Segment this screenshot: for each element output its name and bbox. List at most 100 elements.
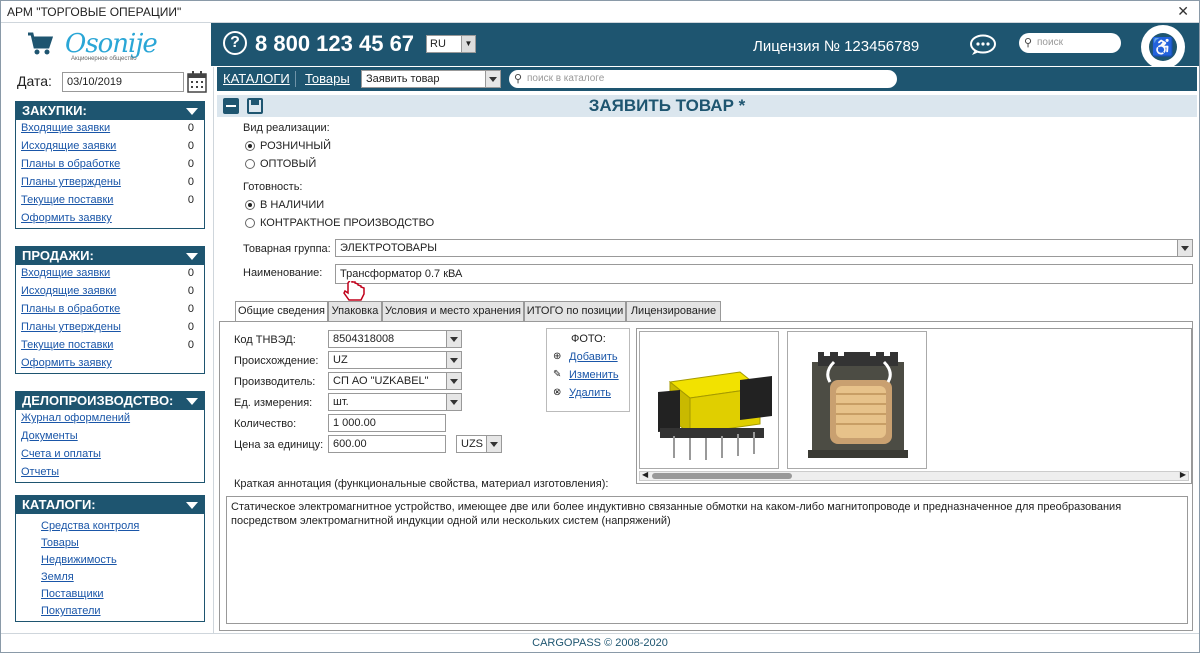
maker-select[interactable]: СП АО "UZKABEL" [328,372,462,390]
sales-header[interactable]: ПРОДАЖИ: [16,247,204,265]
brand-logo: Osonije [65,29,158,59]
purchases-plans-approved-link[interactable]: Планы утверждены [21,176,121,188]
currency-select[interactable]: UZS [456,435,502,453]
sales-outgoing-link[interactable]: Исходящие заявки [21,285,116,297]
scroll-thumb[interactable] [652,473,792,479]
list-item: Счета и оплаты [16,446,204,464]
global-search-input[interactable]: ⚲ поиск [1019,33,1121,53]
tab-storage[interactable]: Условия и место хранения [382,301,524,321]
radio-retail[interactable] [245,141,255,151]
catalog-land-link[interactable]: Земля [41,571,74,583]
annotation-label: Краткая аннотация (функциональные свойст… [234,478,609,490]
scroll-left-icon[interactable]: ◀ [642,470,648,479]
records-invoices-link[interactable]: Счета и оплаты [21,448,101,460]
list-item: Земля [16,569,204,586]
catalog-buyers-link[interactable]: Покупатели [41,605,101,617]
help-icon[interactable]: ? [223,31,247,55]
ready-label: Готовность: [243,181,303,193]
product-photo-2[interactable] [787,331,927,469]
form-header: ЗАЯВИТЬ ТОВАР * [217,95,1197,117]
unit-select[interactable]: шт. [328,393,462,411]
tab-licensing[interactable]: Лицензирование [626,301,721,321]
catalog-search-placeholder: поиск в каталоге [527,73,605,84]
catalogs-header[interactable]: КАТАЛОГИ: [16,496,204,514]
breadcrumb-goods[interactable]: Товары [305,71,350,86]
catalog-controls-link[interactable]: Средства контроля [41,520,139,532]
radio-wholesale-label[interactable]: ОПТОВЫЙ [260,158,316,170]
radio-in-stock[interactable] [245,200,255,210]
count: 0 [187,267,194,279]
title-bar: АРМ "ТОРГОВЫЕ ОПЕРАЦИИ" ✕ [1,1,1199,23]
radio-wholesale[interactable] [245,159,255,169]
tab-general[interactable]: Общие сведения [235,301,328,322]
collapse-icon[interactable] [186,502,198,509]
collapse-icon[interactable] [186,108,198,115]
records-documents-link[interactable]: Документы [21,430,78,442]
delete-icon: ⊗ [553,387,562,398]
records-reports-link[interactable]: Отчеты [21,466,59,478]
maker-value: СП АО "UZKABEL" [333,375,429,387]
action-select[interactable]: Заявить товар [361,70,501,88]
price-field[interactable]: 600.00 [328,435,446,453]
purchases-outgoing-link[interactable]: Исходящие заявки [21,140,116,152]
product-photo-1[interactable] [639,331,779,469]
global-search-placeholder: поиск [1037,37,1063,48]
gallery-scrollbar[interactable]: ◀ ▶ [639,470,1189,481]
sales-plans-approved-link[interactable]: Планы утверждены [21,321,121,333]
photo-add-link[interactable]: Добавить [569,351,618,363]
cart-icon[interactable] [27,31,53,57]
radio-retail-label[interactable]: РОЗНИЧНЫЙ [260,140,331,152]
sales-incoming-link[interactable]: Входящие заявки [21,267,110,279]
price-label: Цена за единицу: [234,439,324,451]
photo-delete-link[interactable]: Удалить [569,387,611,399]
chat-icon[interactable] [969,34,997,56]
purchases-plans-processing-link[interactable]: Планы в обработке [21,158,120,170]
accessibility-button[interactable]: ♿ [1141,25,1185,69]
tab-total[interactable]: ИТОГО по позиции [524,301,626,321]
records-panel: ДЕЛОПРОИЗВОДСТВО: Журнал оформлений Доку… [15,391,205,483]
tab-packaging[interactable]: Упаковка [328,301,382,321]
tnved-label: Код ТНВЭД: [234,334,296,346]
calendar-icon[interactable] [187,71,207,93]
catalog-search-input[interactable]: ⚲ поиск в каталоге [509,70,897,88]
breadcrumb-separator [295,71,296,87]
breadcrumb-catalogs[interactable]: КАТАЛОГИ [223,71,290,86]
language-select[interactable]: RU ▼ [426,35,476,53]
photo-panel: ФОТО: ⊕ Добавить ✎ Изменить ⊗ Удалить [546,328,630,412]
nav-bar: КАТАЛОГИ Товары Заявить товар ⚲ поиск в … [217,67,1197,91]
license-number: Лицензия № 123456789 [753,38,920,55]
catalog-goods-link[interactable]: Товары [41,537,79,549]
radio-in-stock-label[interactable]: В НАЛИЧИИ [260,199,324,211]
catalogs-title: КАТАЛОГИ: [22,497,96,512]
scroll-right-icon[interactable]: ▶ [1180,470,1186,479]
purchases-new-request-link[interactable]: Оформить заявку [21,212,112,224]
list-item: Товары [16,535,204,552]
collapse-icon[interactable] [186,253,198,260]
name-field[interactable]: Трансформатор 0.7 кВА [335,264,1193,284]
catalog-suppliers-link[interactable]: Поставщики [41,588,104,600]
radio-contract[interactable] [245,218,255,228]
qty-field[interactable]: 1 000.00 [328,414,446,432]
sales-new-request-link[interactable]: Оформить заявку [21,357,112,369]
purchases-current-link[interactable]: Текущие поставки [21,194,113,206]
sales-plans-processing-link[interactable]: Планы в обработке [21,303,120,315]
radio-contract-label[interactable]: КОНТРАКТНОЕ ПРОИЗВОДСТВО [260,217,434,229]
purchases-header[interactable]: ЗАКУПКИ: [16,102,204,120]
close-icon[interactable]: ✕ [1177,3,1189,20]
origin-select[interactable]: UZ [328,351,462,369]
sales-current-link[interactable]: Текущие поставки [21,339,113,351]
annotation-textarea[interactable]: Статическое электромагнитное устройство,… [226,496,1188,624]
purchases-incoming-link[interactable]: Входящие заявки [21,122,110,134]
catalog-realty-link[interactable]: Недвижимость [41,554,117,566]
records-title: ДЕЛОПРОИЗВОДСТВО: [22,393,174,408]
photo-edit-link[interactable]: Изменить [569,369,619,381]
records-journal-link[interactable]: Журнал оформлений [21,412,130,424]
group-select[interactable]: ЭЛЕКТРОТОВАРЫ [335,239,1193,257]
tnved-select[interactable]: 8504318008 [328,330,462,348]
unit-value: шт. [333,396,349,408]
list-item: Исходящие заявки 0 [16,138,204,156]
main-content: КАТАЛОГИ Товары Заявить товар ⚲ поиск в … [217,67,1197,633]
date-field[interactable]: 03/10/2019 [62,72,184,92]
collapse-icon[interactable] [186,398,198,405]
records-header[interactable]: ДЕЛОПРОИЗВОДСТВО: [16,392,204,410]
